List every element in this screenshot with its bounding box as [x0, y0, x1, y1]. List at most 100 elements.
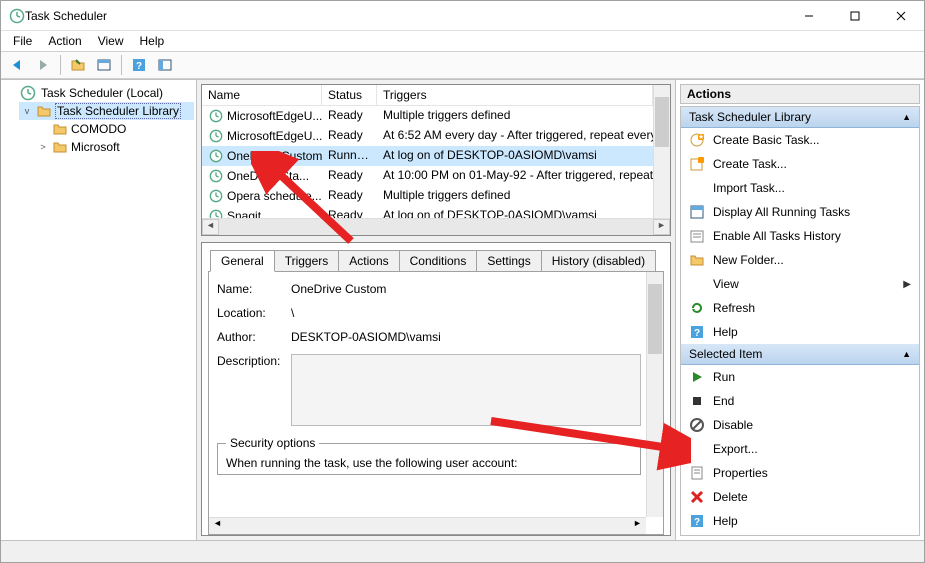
- scroll-right-icon[interactable]: ►: [653, 219, 670, 235]
- toolbar: ?: [1, 51, 924, 79]
- action-view[interactable]: View▶: [681, 272, 919, 296]
- tab-general[interactable]: General: [210, 250, 275, 272]
- task-trigger: At log on of DESKTOP-0ASIOMD\vamsi: [377, 207, 653, 218]
- maximize-button[interactable]: [832, 1, 878, 30]
- collapse-icon[interactable]: ▲: [902, 349, 911, 359]
- scroll-left-icon[interactable]: ◄: [202, 219, 219, 235]
- col-status[interactable]: Status: [322, 85, 377, 105]
- task-name: OneDrive Custom: [227, 149, 322, 163]
- task-status: Running: [322, 147, 377, 165]
- action-folder[interactable]: New Folder...: [681, 248, 919, 272]
- task-name: Snagit: [227, 209, 261, 218]
- chevron-right-icon: ▶: [903, 279, 911, 290]
- action-label: New Folder...: [713, 253, 784, 267]
- action-label: Help: [713, 514, 738, 528]
- actions-section-selected-title: Selected Item: [689, 347, 762, 361]
- horizontal-scrollbar[interactable]: ◄ ►: [202, 218, 670, 235]
- action-label: Export...: [713, 442, 758, 456]
- action-create[interactable]: Create Task...: [681, 152, 919, 176]
- nav-forward-button[interactable]: [31, 54, 55, 76]
- value-author: DESKTOP-0ASIOMD\vamsi: [291, 330, 641, 344]
- tree-pane[interactable]: Task Scheduler (Local) v Task Scheduler …: [1, 80, 197, 540]
- minimize-button[interactable]: [786, 1, 832, 30]
- task-row[interactable]: MicrosoftEdgeU...ReadyMultiple triggers …: [202, 106, 653, 126]
- tree-child-comodo[interactable]: COMODO: [35, 120, 194, 138]
- toolbar-separator: [60, 55, 61, 75]
- action-help[interactable]: ?Help: [681, 320, 919, 344]
- menu-help[interactable]: Help: [132, 32, 173, 50]
- running-icon: [689, 204, 705, 220]
- tab-history[interactable]: History (disabled): [541, 250, 656, 272]
- col-name[interactable]: Name: [202, 85, 322, 105]
- tab-strip: General Triggers Actions Conditions Sett…: [210, 249, 664, 271]
- details-vscroll[interactable]: [646, 272, 663, 517]
- action-label: Enable All Tasks History: [713, 229, 841, 243]
- tab-settings[interactable]: Settings: [476, 250, 541, 272]
- menu-view[interactable]: View: [90, 32, 132, 50]
- toolbar-pane2-button[interactable]: [153, 54, 177, 76]
- tree-library-label: Task Scheduler Library: [55, 103, 181, 119]
- toolbar-pane-button[interactable]: [92, 54, 116, 76]
- task-rows[interactable]: MicrosoftEdgeU...ReadyMultiple triggers …: [202, 106, 653, 218]
- tree-library[interactable]: v Task Scheduler Library: [19, 102, 194, 120]
- value-name: OneDrive Custom: [291, 282, 641, 296]
- task-status: Ready: [322, 167, 377, 185]
- action-running[interactable]: Display All Running Tasks: [681, 200, 919, 224]
- task-row[interactable]: Opera schedule...ReadyMultiple triggers …: [202, 186, 653, 206]
- task-row[interactable]: SnagitReadyAt log on of DESKTOP-0ASIOMD\…: [202, 206, 653, 218]
- action-import[interactable]: Import Task...: [681, 176, 919, 200]
- expander-icon[interactable]: v: [21, 106, 33, 116]
- task-row[interactable]: MicrosoftEdgeU...ReadyAt 6:52 AM every d…: [202, 126, 653, 146]
- center-pane: Name Status Triggers MicrosoftEdgeU...Re…: [197, 80, 676, 540]
- task-trigger: Multiple triggers defined: [377, 107, 653, 125]
- col-triggers[interactable]: Triggers: [377, 85, 653, 105]
- tree-root-label: Task Scheduler (Local): [39, 85, 165, 101]
- task-status: Ready: [322, 107, 377, 125]
- toolbar-help-button[interactable]: ?: [127, 54, 151, 76]
- action-export[interactable]: Export...: [681, 437, 919, 461]
- menu-action[interactable]: Action: [40, 32, 89, 50]
- action-help[interactable]: ? Help: [681, 509, 919, 533]
- actions-pane: Actions Task Scheduler Library ▲ ★Create…: [676, 80, 924, 540]
- action-disable[interactable]: Disable: [681, 413, 919, 437]
- details-hscroll[interactable]: ◄►: [209, 517, 646, 534]
- close-button[interactable]: [878, 1, 924, 30]
- description-box[interactable]: [291, 354, 641, 426]
- tree-child-microsoft[interactable]: > Microsoft: [35, 138, 194, 156]
- tab-conditions[interactable]: Conditions: [399, 250, 478, 272]
- menu-file[interactable]: File: [5, 32, 40, 50]
- toolbar-separator: [121, 55, 122, 75]
- action-delete[interactable]: Delete: [681, 485, 919, 509]
- content-area: Task Scheduler (Local) v Task Scheduler …: [1, 79, 924, 540]
- window-title: Task Scheduler: [25, 9, 786, 23]
- tab-actions[interactable]: Actions: [338, 250, 399, 272]
- tab-triggers[interactable]: Triggers: [274, 250, 340, 272]
- collapse-icon[interactable]: ▲: [902, 112, 911, 122]
- action-create-basic[interactable]: ★Create Basic Task...: [681, 128, 919, 152]
- label-author: Author:: [217, 330, 291, 344]
- status-bar: [1, 540, 924, 562]
- action-refresh[interactable]: Refresh: [681, 296, 919, 320]
- task-list-header: Name Status Triggers: [202, 85, 653, 106]
- action-end[interactable]: End: [681, 389, 919, 413]
- actions-header: Actions: [680, 84, 920, 104]
- expander-icon[interactable]: >: [37, 142, 49, 152]
- tree-child-label: COMODO: [71, 122, 126, 136]
- svg-text:?: ?: [694, 517, 700, 528]
- toolbar-folder-button[interactable]: [66, 54, 90, 76]
- task-row[interactable]: OneDrive CustomRunningAt log on of DESKT…: [202, 146, 653, 166]
- actions-section-library[interactable]: Task Scheduler Library ▲: [681, 107, 919, 128]
- action-history[interactable]: Enable All Tasks History: [681, 224, 919, 248]
- tree-root[interactable]: Task Scheduler (Local): [3, 84, 194, 102]
- actions-section-library-title: Task Scheduler Library: [689, 110, 811, 124]
- action-properties[interactable]: Properties: [681, 461, 919, 485]
- task-name: MicrosoftEdgeU...: [227, 109, 322, 123]
- label-location: Location:: [217, 306, 291, 320]
- vertical-scrollbar[interactable]: [653, 85, 670, 218]
- task-row[interactable]: OneDrive Sta...ReadyAt 10:00 PM on 01-Ma…: [202, 166, 653, 186]
- action-run[interactable]: Run: [681, 365, 919, 389]
- nav-back-button[interactable]: [5, 54, 29, 76]
- svg-text:?: ?: [136, 61, 142, 72]
- create-icon: [689, 156, 705, 172]
- actions-section-selected[interactable]: Selected Item ▲: [681, 344, 919, 365]
